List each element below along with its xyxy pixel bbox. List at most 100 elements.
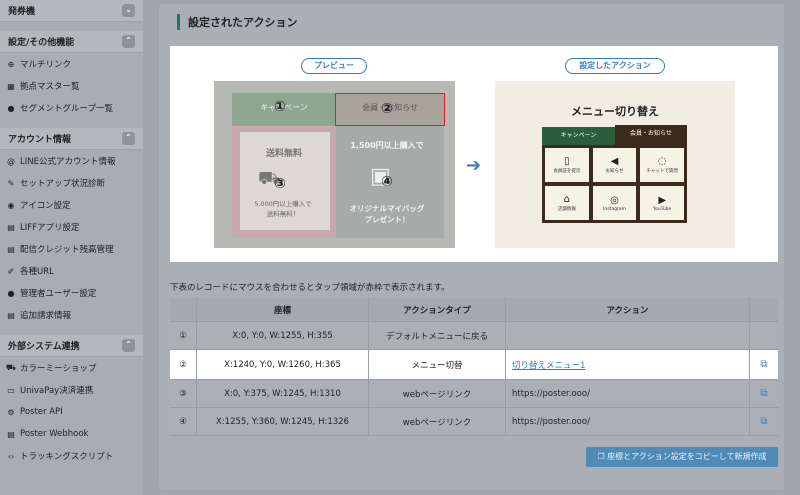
sidebar-section-settings[interactable]: 設定/その他機能 ⌃ [0, 31, 143, 53]
external-link-icon[interactable]: ⧉ [750, 380, 778, 407]
arrow-right-icon: ➔ [466, 155, 482, 176]
sidebar-item-admin-users[interactable]: ● 管理者ユーザー設定 [0, 282, 143, 304]
sidebar-item-poster-api[interactable]: ⚙ Poster API [0, 401, 143, 423]
bag-campaign-sub: オリジナルマイバッグ プレゼント！ [349, 204, 425, 224]
header-cell: アクションタイプ [369, 298, 506, 321]
store-icon: ▦ [7, 81, 15, 91]
sidebar-item-urls[interactable]: ✐ 各種URL [0, 260, 143, 282]
table-row[interactable]: ④ X:1255, Y:360, W:1245, H:1326 webページリン… [170, 408, 778, 436]
sidebar-item-label: セグメントグループ一覧 [20, 104, 113, 114]
sidebar-item-poster-webhook[interactable]: ▤ Poster Webhook [0, 423, 143, 445]
menu-cell-label: Instagram [603, 206, 626, 212]
menu-cell-label: チャットで質問 [646, 169, 678, 174]
sidebar-item-line-account[interactable]: @ LINE公式アカウント情報 [0, 150, 143, 172]
sidebar-item-bases[interactable]: ▦ 拠点マスター覧 [0, 75, 143, 97]
sidebar-item-billing[interactable]: ▤ 追加請求情報 [0, 304, 143, 326]
free-shipping-title: 送料無料 [265, 149, 302, 159]
area-number-1: ① [274, 99, 286, 115]
table-note: 下表のレコードにマウスを合わせるとタップ領域が赤枠で表示されます。 [170, 283, 450, 293]
action-table: 座標 アクションタイプ アクション ① X:0, Y:0, W:1255, H:… [170, 298, 778, 436]
sidebar-item-label: セットアップ状況診断 [20, 179, 106, 189]
sidebar-item-label: アイコン設定 [20, 201, 71, 211]
sidebar-item-label: 各種URL [20, 267, 54, 277]
chat-icon: ◌ [657, 156, 667, 167]
sidebar-item-label: LINE公式アカウント情報 [20, 157, 116, 167]
users-icon: ● [7, 288, 15, 298]
area-number-3: ③ [274, 176, 286, 192]
title-accent-bar [177, 14, 180, 30]
user-circle-icon: ◉ [7, 200, 15, 210]
menu-cell-label: 店舗情報 [557, 207, 576, 212]
globe-icon: ⊕ [7, 59, 15, 69]
code-icon: ‹› [7, 451, 15, 461]
row-number: ③ [170, 380, 197, 407]
sidebar-item-label: UnivaPay決済連携 [20, 386, 94, 396]
external-link-icon[interactable]: ⧉ [750, 350, 778, 379]
store-icon: ⌂ [563, 194, 570, 205]
sidebar-item-credit[interactable]: ▤ 配信クレジット残高管理 [0, 238, 143, 260]
action-link[interactable]: 切り替えメニュー1 [512, 359, 585, 371]
phone-icon: ▯ [564, 156, 570, 167]
row-type: webページリンク [369, 380, 506, 407]
row-action [506, 322, 750, 349]
area-number-4: ④ [381, 174, 393, 190]
copy-create-button[interactable]: ❐ 座標とアクション設定をコピーして新規作成 [586, 447, 778, 467]
row-coord: X:1240, Y:0, W:1260, H:365 [197, 350, 369, 379]
menu-cell: ⌂ 店舗情報 [545, 186, 589, 220]
sidebar-item-label: マルチリンク [20, 60, 72, 70]
action-label: 設定したアクション [565, 58, 665, 74]
page-title: 設定されたアクション [188, 16, 298, 29]
row-type: webページリンク [369, 408, 506, 435]
gear-icon: ⚙ [7, 407, 15, 417]
sidebar-section-external[interactable]: 外部システム連携 ⌃ [0, 335, 143, 357]
header-cell [170, 298, 197, 321]
youtube-icon: ▶ [658, 194, 667, 206]
row-action: https://poster.ooo/ [506, 408, 750, 435]
sidebar-item-multilink[interactable]: ⊕ マルチリンク [0, 53, 143, 75]
sidebar-item-label: トラッキングスクリプト [20, 452, 114, 462]
chevron-up-icon[interactable]: ⌃ [122, 132, 135, 145]
free-shipping-sub: 5,000円以上購入で 送料無料！ [254, 200, 312, 218]
sidebar-item-univapay[interactable]: ▭ UnivaPay決済連携 [0, 379, 143, 401]
sidebar-section-account[interactable]: アカウント情報 ⌃ [0, 128, 143, 150]
menu-tab-campaign: キャンペーン [542, 127, 615, 145]
sidebar-section-label: 発券機 [8, 7, 36, 17]
copy-button-label: 座標とアクション設定をコピーして新規作成 [607, 452, 767, 461]
table-row[interactable]: ③ X:0, Y:375, W:1245, H:1310 webページリンク h… [170, 380, 778, 408]
table-header: 座標 アクションタイプ アクション [170, 298, 778, 322]
menu-cell-label: YouTube [653, 206, 672, 212]
sidebar-section-label: 外部システム連携 [8, 342, 80, 352]
sidebar-item-label: 追加請求情報 [20, 311, 72, 321]
sidebar-item-icon-settings[interactable]: ◉ アイコン設定 [0, 194, 143, 216]
row-number: ② [170, 350, 197, 379]
switched-menu: メニュー切り替え キャンペーン 会員・お知らせ ▯ 会員証を提示 ◀ お知らせ ◌ チ… [495, 81, 735, 248]
header-cell [750, 298, 778, 321]
section-title: 設定されたアクション [177, 12, 297, 32]
document-icon: ▤ [7, 244, 15, 254]
table-row[interactable]: ② X:1240, Y:0, W:1260, H:365 メニュー切替 切り替え… [170, 350, 778, 380]
sidebar-item-label: 配信クレジット残高管理 [20, 245, 114, 255]
menu-cell: ◎ Instagram [592, 186, 637, 220]
menu-title: メニュー切り替え [571, 105, 659, 118]
menu-cell-label: 会員証を提示 [553, 169, 581, 174]
card-icon: ▭ [7, 385, 15, 395]
external-link-icon[interactable]: ⧉ [750, 408, 778, 435]
tap-area-highlight [335, 93, 445, 126]
sidebar-item-label: LIFFアプリ設定 [20, 223, 80, 233]
chevron-up-icon[interactable]: ⌃ [122, 339, 135, 352]
sidebar-section-finance[interactable]: 発券機 ⌄ [0, 0, 143, 22]
chevron-up-icon[interactable]: ⌃ [122, 35, 135, 48]
row-empty-cell [750, 322, 778, 349]
sidebar-item-colorme[interactable]: ⛟ カラーミーショップ [0, 357, 143, 379]
sidebar-item-label: Poster Webhook [20, 429, 89, 439]
sidebar-item-liff[interactable]: ▤ LIFFアプリ設定 [0, 216, 143, 238]
row-type: デフォルトメニューに戻る [369, 322, 506, 349]
sidebar-item-setup-check[interactable]: ✎ セットアップ状況診断 [0, 172, 143, 194]
sidebar-item-segments[interactable]: ● セグメントグループ一覧 [0, 97, 143, 119]
table-row[interactable]: ① X:0, Y:0, W:1255, H:355 デフォルトメニューに戻る [170, 322, 778, 350]
chevron-down-icon[interactable]: ⌄ [122, 4, 135, 17]
sidebar-item-label: Poster API [20, 407, 63, 417]
header-cell: 座標 [197, 298, 369, 321]
sidebar-item-label: カラーミーショップ [20, 364, 97, 374]
sidebar-item-tracking[interactable]: ‹› トラッキングスクリプト [0, 445, 143, 467]
